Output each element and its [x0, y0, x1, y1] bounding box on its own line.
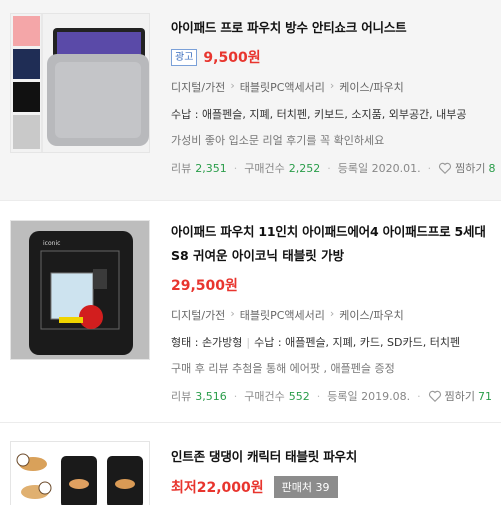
wish-label: 찜하기 [444, 390, 475, 403]
review-count[interactable]: 2,351 [195, 162, 227, 175]
review-label[interactable]: 리뷰 [171, 160, 191, 176]
category-breadcrumb: 디지털/가전 › 태블릿PC액세서리 › 케이스/파우치 [171, 307, 501, 323]
wish-label: 찜하기 [455, 162, 486, 175]
register-date: 등록일 2019.08. [327, 390, 411, 403]
product-title[interactable]: 아이패드 프로 파우치 방수 안티쇼크 어니스트 [171, 19, 501, 37]
heart-icon [428, 390, 441, 403]
product-thumbnail[interactable] [10, 441, 150, 505]
product-meta: 리뷰 2,351 · 구매건수 2,252 · 등록일 2020.01. · 찜… [171, 160, 496, 176]
category-item[interactable]: 디지털/가전 [171, 307, 225, 323]
spec-type: 형태 : 손가방형 [171, 336, 243, 349]
purchase-label: 구매건수 [244, 390, 285, 403]
seller-count-button[interactable]: 판매처 39 [273, 476, 338, 498]
wish-count: 71 [477, 389, 492, 403]
review-label[interactable]: 리뷰 [171, 388, 191, 404]
lowest-price: 최저22,000원 [171, 480, 264, 496]
heart-icon [439, 162, 452, 175]
product-title-line2[interactable]: S8 귀여운 아이코닉 태블릿 가방 [171, 247, 501, 265]
product-title[interactable]: 인트존 댕댕이 캐릭터 태블릿 파우치 [171, 448, 501, 466]
product-specs: 수납 : 애플펜슬, 지폐, 터치펜, 키보드, 소지품, 외부공간, 내부공 [171, 108, 467, 121]
purchase-count: 2,252 [288, 161, 321, 175]
product-thumbnail[interactable]: iconic [10, 220, 150, 360]
chevron-right-icon: › [329, 307, 335, 320]
category-breadcrumb: 디지털/가전 › 태블릿PC액세서리 › 케이스/파우치 [171, 79, 501, 95]
category-item[interactable]: 디지털/가전 [171, 79, 225, 95]
product-item: iconic 아이패드 파우치 11인치 아이패드에어4 아이패드프로 5세대 … [0, 200, 501, 422]
purchase-label: 구매건수 [244, 162, 285, 175]
product-item: 아이패드 프로 파우치 방수 안티쇼크 어니스트 광고 9,500원 디지털/가… [0, 0, 501, 200]
product-item: 인트존 댕댕이 캐릭터 태블릿 파우치 최저22,000원 판매처 39 [0, 422, 501, 505]
product-title[interactable]: 아이패드 파우치 11인치 아이패드에어4 아이패드프로 5세대 [171, 223, 501, 241]
product-meta: 리뷰 3,516 · 구매건수 552 · 등록일 2019.08. · 찜하기… [171, 388, 492, 404]
register-date: 등록일 2020.01. [337, 162, 421, 175]
review-count[interactable]: 3,516 [195, 390, 227, 403]
product-specs: 형태 : 손가방형 | 수납 : 애플펜슬, 지폐, 카드, SD카드, 터치펜 [171, 336, 461, 349]
wish-button[interactable]: 찜하기 71 [428, 388, 492, 404]
product-price: 9,500원 [203, 50, 261, 66]
wish-button[interactable]: 찜하기 8 [438, 160, 495, 176]
purchase-count: 552 [288, 389, 310, 403]
ad-badge: 광고 [171, 48, 198, 66]
spec-storage: 수납 : 애플펜슬, 지폐, 카드, SD카드, 터치펜 [254, 336, 461, 349]
chevron-right-icon: › [230, 79, 235, 92]
svg-text:iconic: iconic [43, 240, 60, 247]
product-description: 구매 후 리뷰 추첨을 통해 에어팟 , 애플펜슬 증정 [171, 362, 395, 375]
product-description: 가성비 좋아 입소문 리얼 후기를 꼭 확인하세요 [171, 134, 385, 147]
chevron-right-icon: › [230, 307, 235, 320]
category-item[interactable]: 케이스/파우치 [339, 307, 403, 323]
chevron-right-icon: › [329, 79, 335, 92]
category-item[interactable]: 태블릿PC액세서리 [240, 307, 325, 323]
category-item[interactable]: 케이스/파우치 [339, 79, 403, 95]
category-item[interactable]: 태블릿PC액세서리 [240, 79, 325, 95]
product-price: 29,500원 [171, 278, 238, 294]
product-thumbnail[interactable] [10, 13, 150, 153]
wish-count: 8 [488, 161, 496, 175]
